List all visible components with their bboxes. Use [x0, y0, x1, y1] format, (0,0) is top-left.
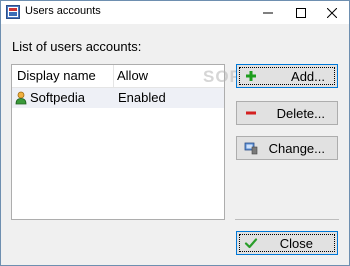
minus-icon	[246, 111, 256, 115]
button-separator	[235, 219, 339, 220]
users-accounts-window: Users accounts List of users accounts: D…	[0, 0, 350, 266]
checkmark-icon	[244, 238, 258, 249]
add-button[interactable]: Add...	[236, 64, 338, 88]
minimize-button[interactable]	[251, 1, 285, 24]
delete-button[interactable]: Delete...	[236, 101, 338, 125]
list-item[interactable]: Softpedia Enabled	[12, 88, 224, 108]
window-title: Users accounts	[25, 5, 101, 17]
plus-icon	[246, 71, 256, 81]
column-header-allow[interactable]: Allow	[117, 68, 148, 83]
add-button-label: Add...	[291, 69, 325, 84]
change-button[interactable]: Change...	[236, 136, 338, 160]
maximize-button[interactable]	[284, 1, 318, 24]
app-icon	[6, 5, 20, 19]
maximize-icon	[296, 7, 306, 18]
close-button-label: Close	[279, 236, 313, 251]
title-bar[interactable]: Users accounts	[1, 1, 349, 24]
close-icon	[327, 7, 337, 18]
close-button[interactable]: Close	[236, 231, 338, 255]
list-header: Display name Allow	[12, 65, 224, 88]
user-display-name: Softpedia	[30, 90, 85, 105]
delete-button-label: Delete...	[276, 106, 325, 121]
close-window-button[interactable]	[315, 1, 349, 24]
user-icon	[15, 91, 27, 105]
column-divider[interactable]	[113, 65, 114, 87]
minimize-icon	[263, 12, 273, 13]
user-allow-status: Enabled	[118, 90, 166, 105]
column-header-display-name[interactable]: Display name	[17, 68, 96, 83]
change-button-label: Change...	[268, 141, 325, 156]
users-list[interactable]: Display name Allow Softpedia Enabled	[11, 64, 225, 220]
change-user-icon	[244, 142, 258, 155]
users-list-label: List of users accounts:	[12, 39, 142, 54]
